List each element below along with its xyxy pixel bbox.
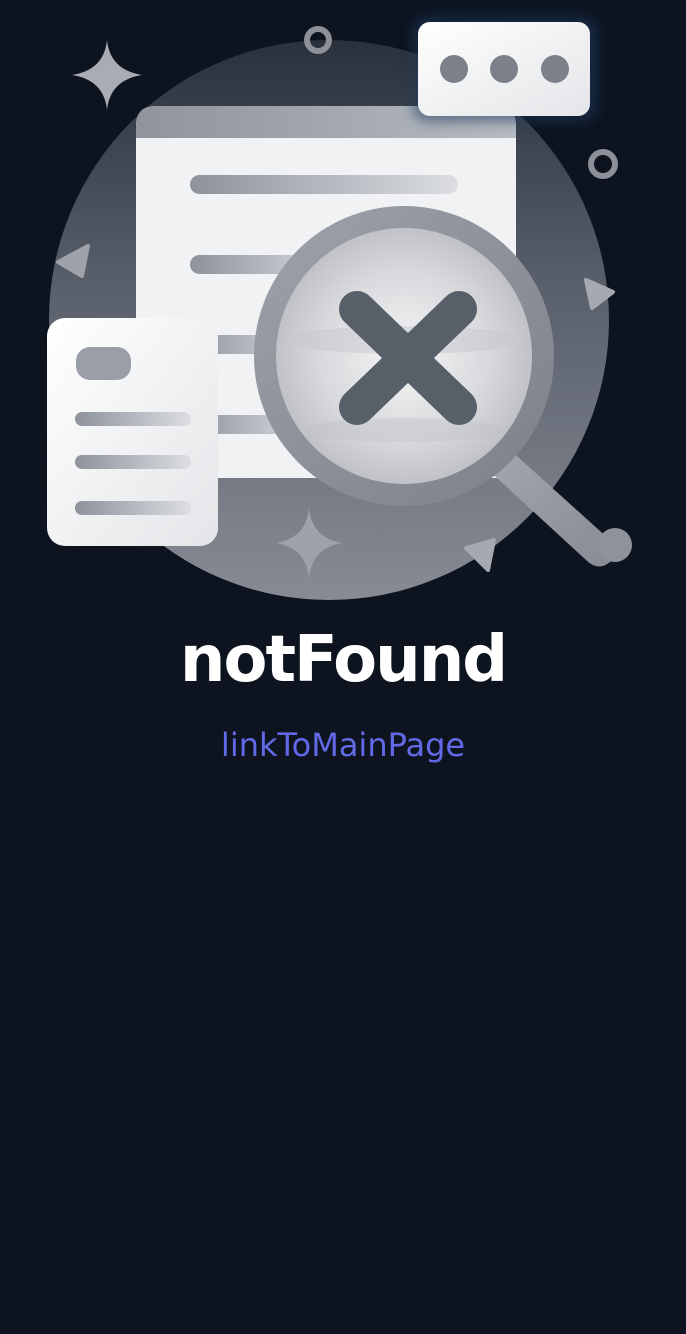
main-page-link[interactable]: linkToMainPage (0, 724, 686, 766)
not-found-page: notFound linkToMainPage (0, 0, 686, 1334)
chat-bubble-icon (412, 16, 598, 122)
sparkle-icon (72, 40, 142, 110)
note-card-icon (47, 318, 218, 546)
triangle-icon (584, 278, 615, 310)
page-title: notFound (179, 623, 508, 697)
not-found-illustration (47, 16, 632, 600)
ring-icon (588, 149, 618, 179)
